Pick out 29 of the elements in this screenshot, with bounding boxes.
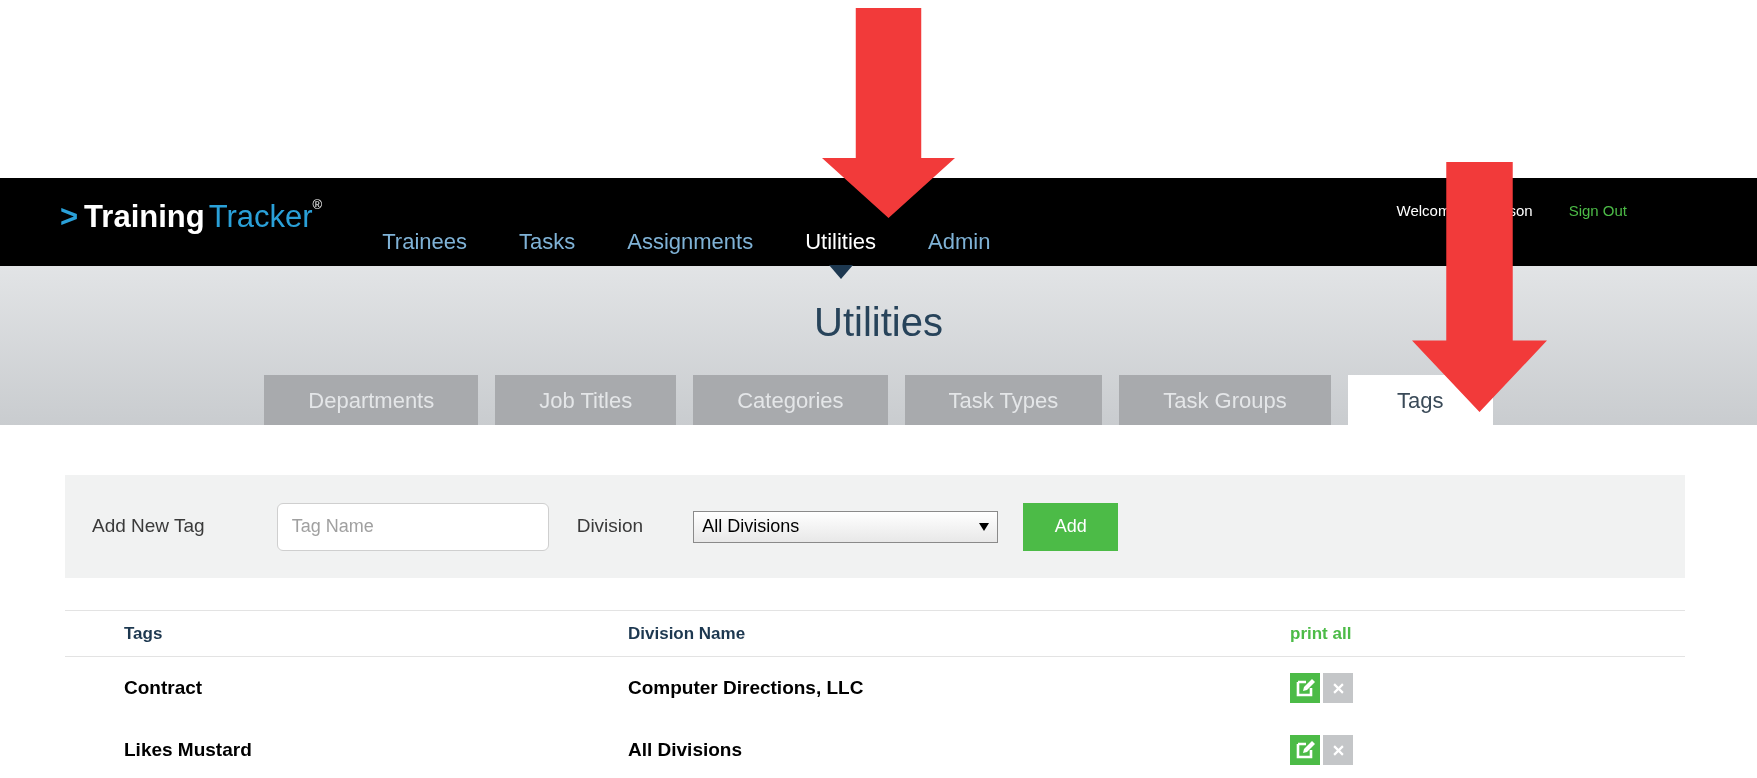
nav-link[interactable]: Assignments [627, 225, 754, 258]
nav-link[interactable]: Tasks [519, 225, 576, 258]
table-cell-text: Likes Mustard [124, 737, 253, 762]
page-title: Utilities [814, 302, 943, 342]
division-select[interactable]: All Divisions [693, 510, 999, 543]
column-header: Division Name [628, 622, 747, 645]
nav-link[interactable]: Admin [928, 225, 991, 258]
close-icon [1332, 682, 1344, 694]
table-cell-text: Contract [124, 675, 204, 700]
tag-name-field[interactable]: Tag Name [276, 502, 549, 551]
column-header: Tags [124, 622, 164, 645]
edit-button[interactable] [1290, 735, 1320, 765]
edit-button[interactable] [1290, 673, 1320, 703]
sign-out-link[interactable]: Sign Out [1568, 200, 1627, 223]
edit-icon [1295, 678, 1315, 698]
field-label: Division [576, 514, 644, 539]
table-cell-text: Computer Directions, LLC [628, 675, 865, 700]
delete-button[interactable] [1323, 673, 1353, 703]
close-icon [1332, 744, 1344, 756]
edit-icon [1295, 740, 1315, 760]
field-label: Add New Tag [92, 514, 205, 539]
logo-word-bold: Training [84, 198, 205, 236]
registered-mark: ® [312, 198, 323, 211]
logo-word-light: Tracker [208, 198, 313, 236]
table-cell-text: All Divisions [628, 737, 744, 762]
nav-link[interactable]: Trainees [382, 225, 467, 258]
delete-button[interactable] [1323, 735, 1353, 765]
logo-chevron: > [60, 198, 79, 236]
dropdown-arrow-icon [979, 522, 990, 531]
